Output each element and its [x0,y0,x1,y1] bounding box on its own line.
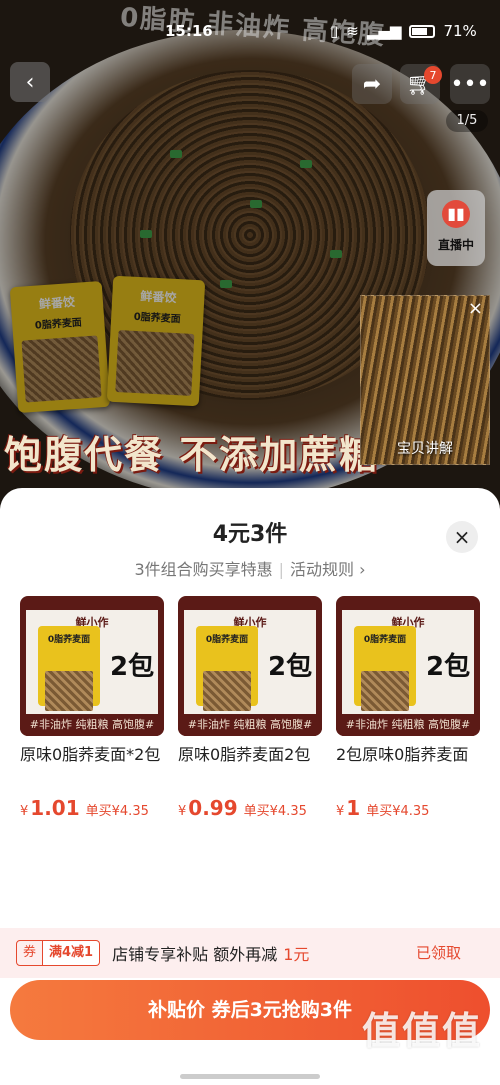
single-price: 单买¥4.35 [243,804,307,819]
battery-icon [409,24,436,38]
close-button[interactable]: × [446,521,478,553]
coupon-deal: 满4减1 [43,940,101,966]
status-bar: 15:16 ▯ ≋ ▂▄▆ 71% [0,22,500,46]
coupon-text: 店铺专享补贴 额外再减 [112,945,278,964]
home-indicator[interactable] [180,1074,320,1079]
signal-icon: ▂▄▆ [366,22,402,40]
live-label: 直播中 [437,238,474,252]
close-icon: × [453,525,471,549]
currency-symbol: ¥ [20,804,29,819]
single-price: 单买¥4.35 [366,804,430,819]
pack-count-badge: 2包 [268,652,313,682]
hero-bottom-banner: 饱腹代餐 不添加蔗糖 [4,433,380,477]
pack-count-badge: 2包 [110,652,155,682]
share-button[interactable]: ➦ [352,64,392,104]
coupon-status: 已领取 [416,944,462,962]
share-icon: ➦ [362,71,382,97]
explain-video-label: 宝贝讲解 [397,441,453,457]
product-name: 原味0脂荞麦面*2包 [20,745,161,764]
bundle-price: 1.01 [30,796,80,820]
live-stream-button[interactable]: ▮▮ 直播中 [427,190,485,266]
bag-name: 0脂荞麦面 [363,635,407,645]
image-page-indicator: 1/5 [446,110,488,132]
product-thumbnail: 鲜小作 0脂荞麦面 2包 #非油炸 纯粗粮 高饱腹# [178,596,322,736]
battery-percent: 71% [443,22,477,40]
coupon-tag: 券 [16,940,44,966]
currency-symbol: ¥ [178,804,187,819]
vibrate-icon: ▯ [330,22,339,40]
close-icon[interactable]: × [468,298,483,319]
product-bag-image: 0脂荞麦面 [196,626,258,711]
bundle-price: 1 [346,796,361,820]
pack-count-badge: 2包 [426,652,471,682]
product-explain-video[interactable]: × 宝贝讲解 [360,295,490,465]
price-row: ¥ 1.01 单买¥4.35 [20,796,164,820]
product-card[interactable]: 鲜小作 0脂荞麦面 2包 #非油炸 纯粗粮 高饱腹# 原味0脂荞麦面*2包 ¥ … [20,596,164,820]
watermark: 值值值 zhizhizhi.com [352,1000,492,1073]
live-icon: ▮▮ [442,200,470,228]
product-tags: #非油炸 纯粗粮 高饱腹# [178,714,322,736]
sheet-subtitle: 3件组合购买享特惠 [134,560,273,579]
watermark-logo: 值值值 [361,1009,482,1053]
currency-symbol: ¥ [336,804,345,819]
status-time: 15:16 [165,22,213,40]
price-row: ¥ 0.99 单买¥4.35 [178,796,322,820]
bag-name: 0脂荞麦面 [205,635,249,645]
price-row: ¥ 1 单买¥4.35 [336,796,480,820]
wifi-icon: ≋ [346,22,359,40]
more-icon: ••• [450,71,490,97]
product-name: 原味0脂荞麦面2包 [178,745,311,764]
coupon-amount: 1元 [283,945,310,964]
bag-name: 0脂荞麦面 [47,635,91,645]
more-button[interactable]: ••• [450,64,490,104]
product-tags: #非油炸 纯粗粮 高饱腹# [336,714,480,736]
cart-count-badge: 7 [424,66,442,84]
product-bag-image: 0脂荞麦面 [354,626,416,711]
sheet-subtitle-row: 3件组合购买享特惠 | 活动规则 › [134,560,366,579]
product-name: 2包原味0脂荞麦面 [336,745,469,764]
rules-link[interactable]: 活动规则 › [290,560,366,579]
single-price: 单买¥4.35 [85,804,149,819]
sheet-title: 4元3件 [212,522,288,547]
bundle-price: 0.99 [188,796,238,820]
chevron-left-icon: ‹ [25,69,35,95]
product-card[interactable]: 鲜小作 0脂荞麦面 2包 #非油炸 纯粗粮 高饱腹# 原味0脂荞麦面2包 ¥ 0… [178,596,322,820]
product-card[interactable]: 鲜小作 0脂荞麦面 2包 #非油炸 纯粗粮 高饱腹# 2包原味0脂荞麦面 ¥ 1… [336,596,480,820]
product-list: 鲜小作 0脂荞麦面 2包 #非油炸 纯粗粮 高饱腹# 原味0脂荞麦面*2包 ¥ … [20,596,480,820]
watermark-url: zhizhizhi.com [381,1059,463,1073]
product-thumbnail: 鲜小作 0脂荞麦面 2包 #非油炸 纯粗粮 高饱腹# [336,596,480,736]
bundle-offer-sheet: 4元3件 × 3件组合购买享特惠 | 活动规则 › 鲜小作 0脂荞麦面 2包 #非油… [0,488,500,1085]
back-button[interactable]: ‹ [10,62,50,102]
coupon-bar[interactable]: 券 满4减1 店铺专享补贴 额外再减 1元 已领取 [0,928,500,978]
product-thumbnail: 鲜小作 0脂荞麦面 2包 #非油炸 纯粗粮 高饱腹# [20,596,164,736]
product-bag-image: 0脂荞麦面 [38,626,100,711]
product-tags: #非油炸 纯粗粮 高饱腹# [20,714,164,736]
